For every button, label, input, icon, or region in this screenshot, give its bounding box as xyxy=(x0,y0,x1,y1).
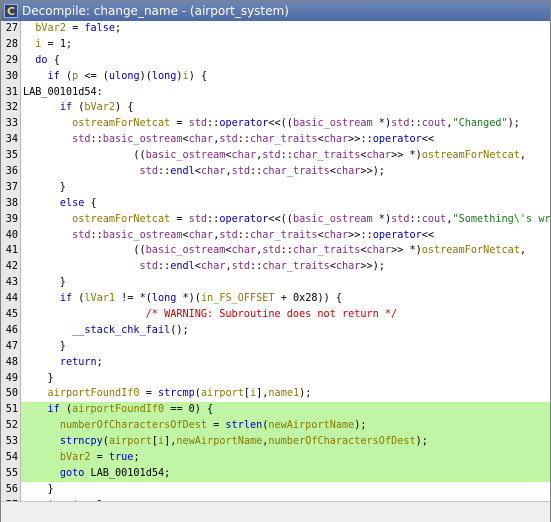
horizontal-scrollbar[interactable] xyxy=(1,501,550,522)
code-line[interactable]: 46 __stack_chk_fail(); xyxy=(1,322,550,339)
line-number: 48 xyxy=(1,354,21,371)
line-number: 30 xyxy=(1,68,21,85)
code-text[interactable]: if (airportFoundIf0 == 0) { xyxy=(23,402,214,419)
decompile-icon: C xyxy=(4,4,18,18)
line-number: 40 xyxy=(1,227,21,244)
code-line[interactable]: 33 ostreamForNetcat = std::operator<<((b… xyxy=(1,116,550,133)
code-text[interactable]: } xyxy=(23,482,54,498)
code-text[interactable]: if (p <= (ulong)(long)i) { xyxy=(23,69,208,85)
code-line[interactable]: 32 if (bVar2) { xyxy=(1,100,550,117)
code-line[interactable]: 27 bVar2 = false; xyxy=(1,21,550,37)
code-line[interactable]: 29 do { xyxy=(1,52,550,69)
code-line[interactable]: 48 return; xyxy=(1,354,550,371)
code-line[interactable]: 49 } xyxy=(1,370,550,387)
line-number: 41 xyxy=(1,243,21,260)
line-number: 53 xyxy=(1,434,21,451)
code-line[interactable]: 41 ((basic_ostream<char,std::char_traits… xyxy=(1,243,550,260)
code-text[interactable]: LAB_00101d54: xyxy=(23,85,103,101)
code-text[interactable]: if (bVar2) { xyxy=(23,100,134,116)
window-titlebar[interactable]: C Decompile: change_name - (airport_syst… xyxy=(1,1,550,21)
code-line[interactable]: 55 goto LAB_00101d54; xyxy=(1,465,550,482)
code-line[interactable]: 36 std::endl<char,std::char_traits<char>… xyxy=(1,164,550,180)
code-line[interactable]: 37 } xyxy=(1,179,550,196)
line-number: 34 xyxy=(1,132,21,149)
code-text[interactable]: return; xyxy=(23,355,103,371)
code-line[interactable]: 51 if (airportFoundIf0 == 0) { xyxy=(1,402,550,419)
code-text[interactable]: airportFoundIf0 = strcmp(airport[i],name… xyxy=(23,386,312,402)
code-text[interactable]: else { xyxy=(23,196,97,212)
code-line[interactable]: 35 ((basic_ostream<char,std::char_traits… xyxy=(1,148,550,165)
line-number: 29 xyxy=(1,52,21,69)
line-number: 28 xyxy=(1,36,21,53)
line-number: 51 xyxy=(1,402,21,419)
code-text[interactable]: ((basic_ostream<char,std::char_traits<ch… xyxy=(23,148,526,164)
code-listing[interactable]: 27 bVar2 = false; 28 i = 1; 29 do {30 if (… xyxy=(1,21,550,501)
code-line[interactable]: 43 } xyxy=(1,275,550,292)
code-text[interactable]: std::endl<char,std::char_traits<char>>); xyxy=(23,259,385,275)
code-line[interactable]: 50 airportFoundIf0 = strcmp(airport[i],n… xyxy=(1,386,550,403)
line-number: 27 xyxy=(1,21,21,37)
code-text[interactable]: strncpy(airport[i],newAirportName,number… xyxy=(23,434,428,451)
code-text[interactable]: } xyxy=(23,180,66,196)
code-line[interactable]: 39 ostreamForNetcat = std::operator<<((b… xyxy=(1,211,550,228)
code-text[interactable]: } xyxy=(23,371,54,387)
line-number: 31 xyxy=(1,84,21,101)
decompiler-window: C Decompile: change_name - (airport_syst… xyxy=(0,0,551,522)
line-number: 52 xyxy=(1,418,21,435)
line-number: 50 xyxy=(1,386,21,403)
code-text[interactable]: ostreamForNetcat = std::operator<<((basi… xyxy=(23,116,520,132)
code-line[interactable]: 28 i = 1; xyxy=(1,36,550,53)
line-number: 45 xyxy=(1,307,21,323)
code-line[interactable]: 38 else { xyxy=(1,195,550,212)
code-text[interactable]: bVar2 = false; xyxy=(23,21,121,37)
line-number: 33 xyxy=(1,116,21,133)
code-line[interactable]: 40 std::basic_ostream<char,std::char_tra… xyxy=(1,227,550,244)
code-text[interactable]: if (lVar1 != *(long *)(in_FS_OFFSET + 0x… xyxy=(23,291,342,307)
code-text[interactable]: i = 1; xyxy=(23,37,72,53)
code-line[interactable]: 56 } xyxy=(1,481,550,498)
code-line[interactable]: 44 if (lVar1 != *(long *)(in_FS_OFFSET +… xyxy=(1,291,550,308)
code-text[interactable]: ostreamForNetcat = std::operator<<((basi… xyxy=(23,212,550,228)
code-line[interactable]: 34 std::basic_ostream<char,std::char_tra… xyxy=(1,132,550,149)
line-number: 54 xyxy=(1,450,21,466)
line-number: 46 xyxy=(1,322,21,339)
code-text[interactable]: __stack_chk_fail(); xyxy=(23,323,189,339)
line-number: 37 xyxy=(1,179,21,196)
code-text[interactable]: std::basic_ostream<char,std::char_traits… xyxy=(23,132,434,148)
line-number: 38 xyxy=(1,195,21,212)
code-text[interactable]: bVar2 = true; xyxy=(23,450,140,466)
window-title: Decompile: change_name - (airport_system… xyxy=(22,4,289,18)
line-number: 42 xyxy=(1,259,21,276)
line-number: 49 xyxy=(1,370,21,387)
code-text[interactable]: std::basic_ostream<char,std::char_traits… xyxy=(23,228,434,244)
code-text[interactable]: ((basic_ostream<char,std::char_traits<ch… xyxy=(23,243,526,259)
line-number: 32 xyxy=(1,100,21,117)
code-line[interactable]: 53 strncpy(airport[i],newAirportName,num… xyxy=(1,434,550,451)
code-line[interactable]: 45 /* WARNING: Subroutine does not retur… xyxy=(1,307,550,323)
line-number: 39 xyxy=(1,211,21,228)
line-number: 44 xyxy=(1,291,21,308)
code-line[interactable]: 54 bVar2 = true; xyxy=(1,450,550,466)
code-line[interactable]: 31 LAB_00101d54: xyxy=(1,84,550,101)
code-line[interactable]: 52 numberOfCharactersOfDest = strlen(new… xyxy=(1,418,550,435)
code-text[interactable]: do { xyxy=(23,53,60,69)
code-text[interactable]: numberOfCharactersOfDest = strlen(newAir… xyxy=(23,418,367,435)
code-line[interactable]: 42 std::endl<char,std::char_traits<char>… xyxy=(1,259,550,276)
line-number: 43 xyxy=(1,275,21,292)
line-number: 36 xyxy=(1,164,21,180)
code-text[interactable]: /* WARNING: Subroutine does not return *… xyxy=(23,307,397,323)
code-text[interactable]: goto LAB_00101d54; xyxy=(23,465,171,482)
code-text[interactable]: std::endl<char,std::char_traits<char>>); xyxy=(23,164,385,180)
code-text[interactable]: } xyxy=(23,275,66,291)
code-line[interactable]: 47 } xyxy=(1,338,550,355)
code-text[interactable]: } xyxy=(23,339,66,355)
line-number: 47 xyxy=(1,338,21,355)
line-number: 56 xyxy=(1,481,21,498)
line-number: 35 xyxy=(1,148,21,165)
line-number: 55 xyxy=(1,465,21,482)
code-line[interactable]: 30 if (p <= (ulong)(long)i) { xyxy=(1,68,550,85)
